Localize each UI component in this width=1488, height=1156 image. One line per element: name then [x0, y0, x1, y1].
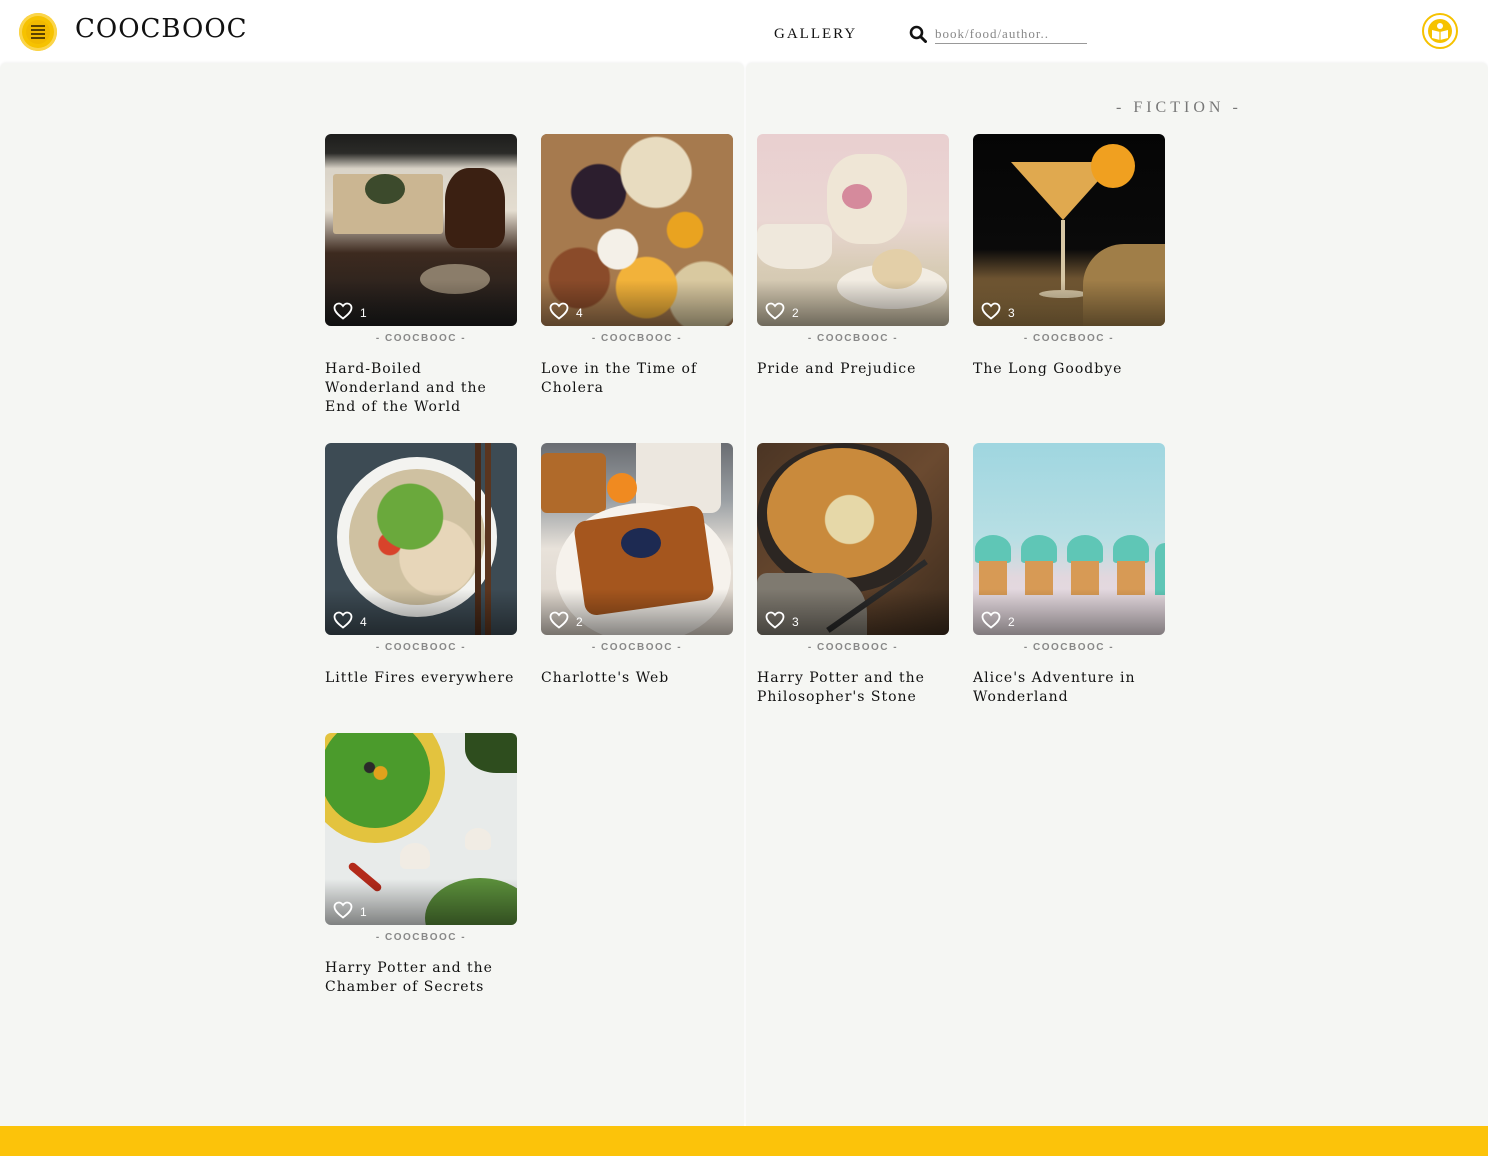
card-photo[interactable]: 2: [541, 443, 733, 635]
like-count: 4: [360, 615, 367, 629]
recipe-card[interactable]: 2 - COOCBOOC - Charlotte's Web: [541, 443, 733, 688]
recipe-card[interactable]: 4 - COOCBOOC - Love in the Time of Chole…: [541, 134, 733, 398]
top-navigation-bar: COOCBOOC GALLERY: [0, 0, 1488, 63]
card-photo[interactable]: 1: [325, 134, 517, 326]
card-author: - COOCBOOC -: [375, 932, 467, 943]
card-author: - COOCBOOC -: [1023, 642, 1115, 653]
recipe-card[interactable]: 4 - COOCBOOC - Little Fires everywhere: [325, 443, 517, 688]
card-photo[interactable]: 3: [973, 134, 1165, 326]
card-author: - COOCBOOC -: [807, 333, 899, 344]
menu-logo-icon[interactable]: [19, 13, 57, 51]
heart-icon[interactable]: [765, 302, 785, 320]
card-title[interactable]: Little Fires everywhere: [325, 669, 517, 688]
heart-icon[interactable]: [549, 302, 569, 320]
card-photo[interactable]: 1: [325, 733, 517, 925]
card-title[interactable]: Harry Potter and the Philosopher's Stone: [757, 669, 949, 707]
nav-gallery-link[interactable]: GALLERY: [774, 26, 857, 43]
card-photo[interactable]: 2: [973, 443, 1165, 635]
reader-book-icon: [1428, 19, 1452, 43]
like-count: 4: [576, 306, 583, 320]
heart-icon[interactable]: [981, 302, 1001, 320]
card-title[interactable]: Alice's Adventure in Wonderland: [973, 669, 1165, 707]
reader-profile-button[interactable]: [1422, 13, 1458, 49]
recipe-card[interactable]: 1 - COOCBOOC - Hard-Boiled Wonderland an…: [325, 134, 517, 417]
card-photo[interactable]: 4: [325, 443, 517, 635]
heart-icon[interactable]: [549, 611, 569, 629]
card-photo[interactable]: 4: [541, 134, 733, 326]
like-count: 1: [360, 905, 367, 919]
heart-icon[interactable]: [981, 611, 1001, 629]
card-author: - COOCBOOC -: [591, 642, 683, 653]
like-count: 3: [792, 615, 799, 629]
footer-bar: [0, 1126, 1488, 1156]
recipe-card[interactable]: 3 - COOCBOOC - Harry Potter and the Phil…: [757, 443, 949, 707]
search-input[interactable]: [935, 25, 1087, 44]
card-author: - COOCBOOC -: [375, 642, 467, 653]
card-title[interactable]: Love in the Time of Cholera: [541, 360, 733, 398]
brand-name[interactable]: COOCBOOC: [75, 14, 248, 44]
heart-icon[interactable]: [333, 901, 353, 919]
card-author: - COOCBOOC -: [591, 333, 683, 344]
heart-icon[interactable]: [333, 611, 353, 629]
recipe-card[interactable]: 1 - COOCBOOC - Harry Potter and the Cham…: [325, 733, 517, 997]
like-count: 2: [792, 306, 799, 320]
recipe-card[interactable]: 2 - COOCBOOC - Alice's Adventure in Wond…: [973, 443, 1165, 707]
card-author: - COOCBOOC -: [1023, 333, 1115, 344]
card-title[interactable]: The Long Goodbye: [973, 360, 1165, 379]
recipe-card[interactable]: 3 - COOCBOOC - The Long Goodbye: [973, 134, 1165, 379]
like-count: 2: [576, 615, 583, 629]
card-photo[interactable]: 3: [757, 443, 949, 635]
section-title: - FICTION -: [1116, 99, 1242, 116]
card-title[interactable]: Harry Potter and the Chamber of Secrets: [325, 959, 517, 997]
heart-icon[interactable]: [333, 302, 353, 320]
card-title[interactable]: Hard-Boiled Wonderland and the End of th…: [325, 360, 517, 417]
card-title[interactable]: Charlotte's Web: [541, 669, 733, 688]
like-count: 1: [360, 306, 367, 320]
search-icon[interactable]: [909, 25, 927, 43]
card-title[interactable]: Pride and Prejudice: [757, 360, 949, 379]
like-count: 3: [1008, 306, 1015, 320]
recipe-card[interactable]: 2 - COOCBOOC - Pride and Prejudice: [757, 134, 949, 379]
card-photo[interactable]: 2: [757, 134, 949, 326]
heart-icon[interactable]: [765, 611, 785, 629]
card-author: - COOCBOOC -: [375, 333, 467, 344]
like-count: 2: [1008, 615, 1015, 629]
card-author: - COOCBOOC -: [807, 642, 899, 653]
